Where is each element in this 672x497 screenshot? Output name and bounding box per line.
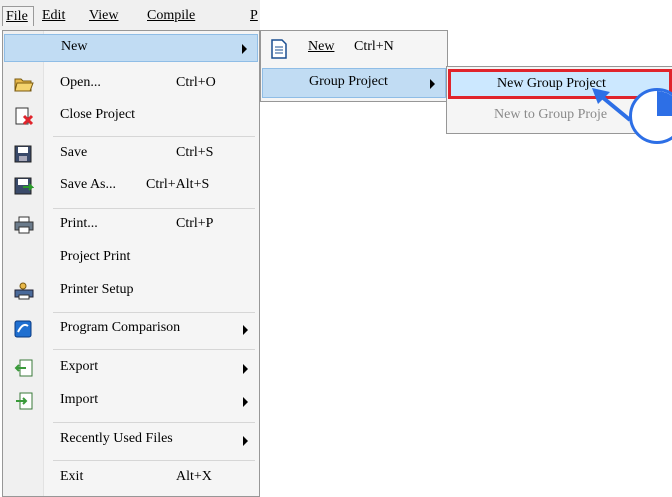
close-project-icon — [14, 107, 34, 126]
menu-file[interactable]: File — [2, 6, 34, 26]
menu-item-project-print[interactable]: Project Print — [4, 245, 258, 273]
chevron-right-icon — [243, 436, 248, 446]
import-icon — [14, 392, 33, 410]
separator — [53, 136, 255, 137]
new-submenu: New Ctrl+N Group Project — [260, 30, 448, 102]
printer-icon — [14, 216, 34, 234]
separator — [53, 422, 255, 423]
save-as-icon — [14, 177, 35, 195]
printer-setup-icon — [14, 282, 34, 300]
menu-item-save-as[interactable]: Save As... Ctrl+Alt+S — [4, 173, 258, 201]
submenu-item-group-project[interactable]: Group Project — [262, 68, 446, 98]
separator — [53, 312, 255, 313]
menu-partial[interactable]: P — [250, 6, 258, 26]
menu-item-close-project[interactable]: Close Project — [4, 103, 258, 131]
chevron-right-icon — [430, 79, 435, 89]
menu-item-program-comparison[interactable]: Program Comparison — [4, 316, 258, 344]
menu-item-exit[interactable]: Exit Alt+X — [4, 465, 258, 493]
separator — [53, 349, 255, 350]
open-folder-icon — [14, 75, 34, 93]
menu-item-new[interactable]: New — [4, 34, 258, 62]
chevron-right-icon — [243, 397, 248, 407]
chevron-right-icon — [242, 44, 247, 54]
file-menu: New Open... Ctrl+O Close Project Save Ct… — [2, 30, 260, 497]
save-icon — [14, 145, 32, 163]
chevron-right-icon — [243, 325, 248, 335]
menu-item-recently-used-files[interactable]: Recently Used Files — [4, 427, 258, 455]
separator — [53, 208, 255, 209]
menu-view[interactable]: View — [89, 6, 118, 26]
export-icon — [14, 359, 33, 377]
menu-bar: File Edit View Compile P — [0, 0, 260, 30]
menu-item-open[interactable]: Open... Ctrl+O — [4, 71, 258, 99]
click-indicator-icon — [629, 88, 672, 144]
submenu-item-new[interactable]: New Ctrl+N — [262, 34, 446, 64]
separator — [53, 460, 255, 461]
menu-item-export[interactable]: Export — [4, 355, 258, 383]
menu-item-import[interactable]: Import — [4, 388, 258, 416]
menu-edit[interactable]: Edit — [42, 6, 65, 26]
menu-item-save[interactable]: Save Ctrl+S — [4, 141, 258, 169]
menu-item-printer-setup[interactable]: Printer Setup — [4, 278, 258, 306]
menu-compile[interactable]: Compile — [147, 6, 195, 26]
chevron-right-icon — [243, 364, 248, 374]
compare-icon — [14, 320, 32, 338]
menu-item-print[interactable]: Print... Ctrl+P — [4, 212, 258, 240]
new-file-icon — [270, 39, 288, 59]
